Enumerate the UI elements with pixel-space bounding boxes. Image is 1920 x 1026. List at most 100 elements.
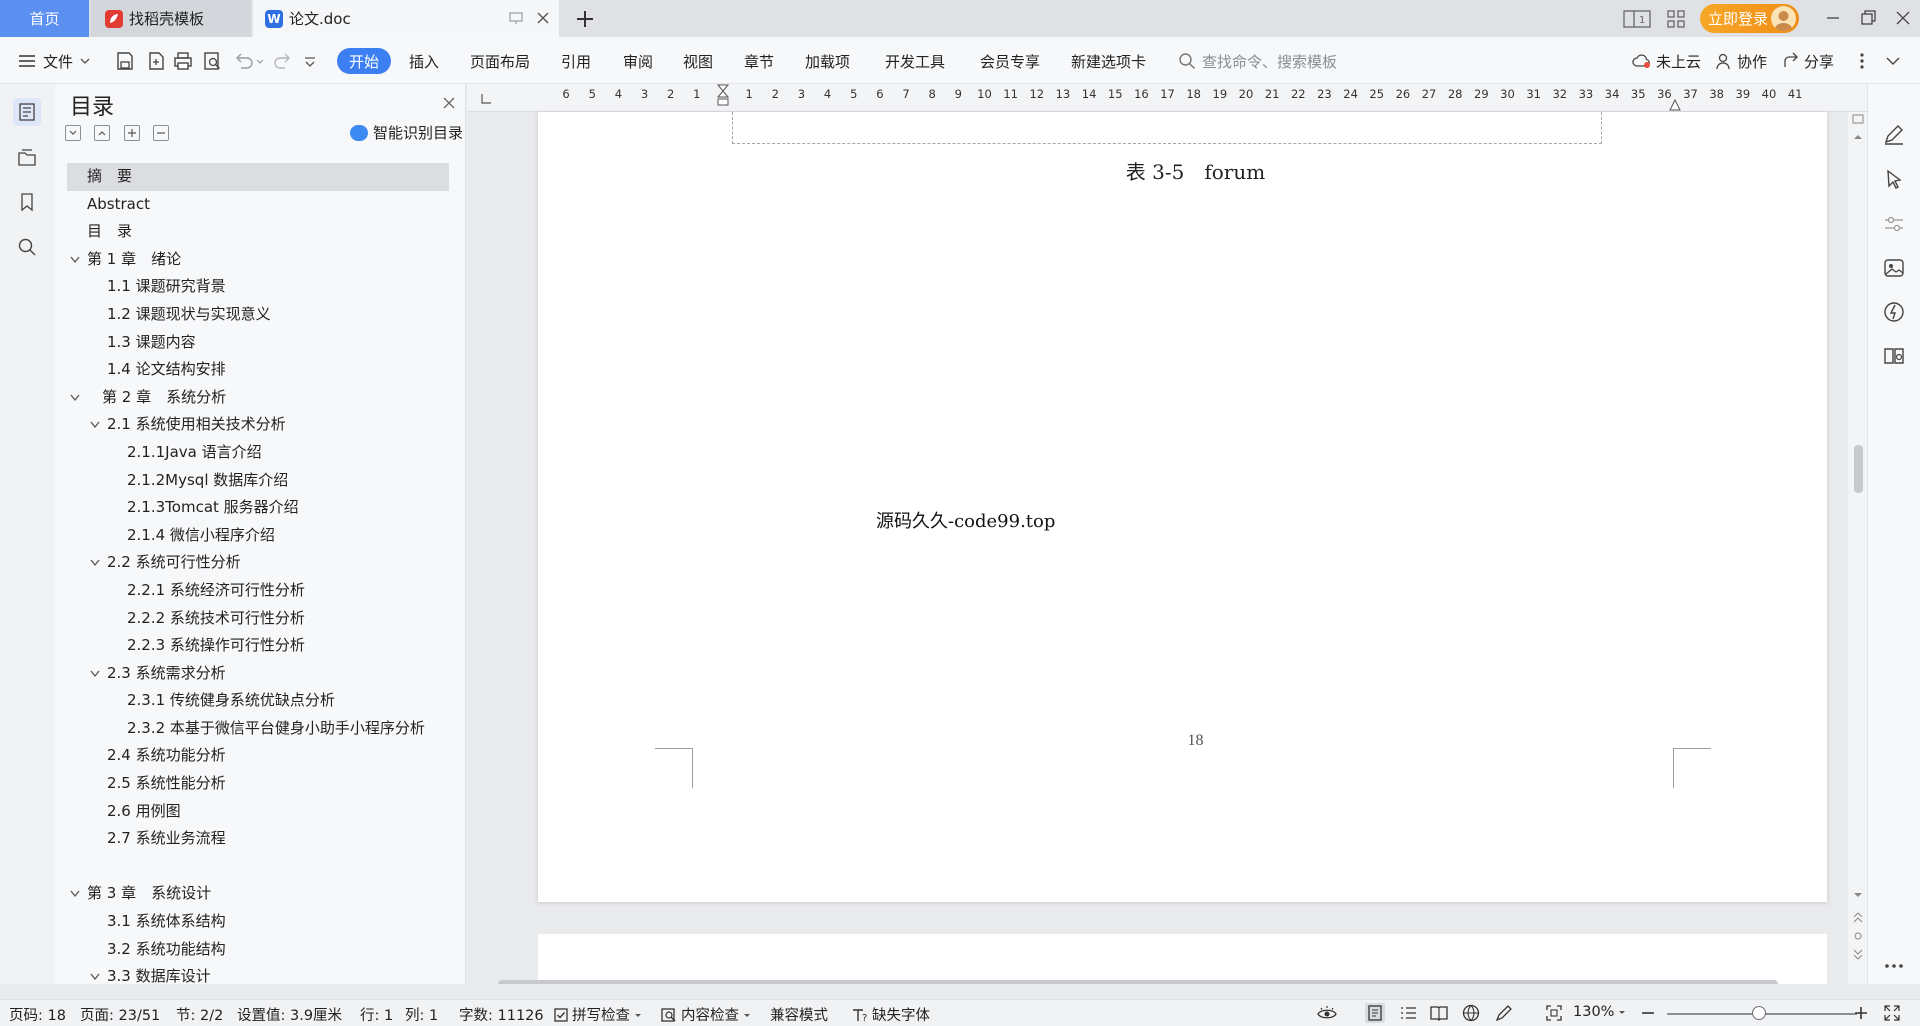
read-view-icon[interactable] (1429, 1003, 1449, 1023)
zoom-in-icon[interactable] (1851, 1003, 1871, 1023)
compat-mode-label[interactable]: 兼容模式 (770, 1004, 828, 1025)
write-mode-icon[interactable] (1494, 1003, 1514, 1023)
toc-item[interactable]: 2.3.1 传统健身系统优缺点分析 (67, 687, 449, 715)
undo-icon[interactable] (232, 50, 266, 72)
tab-home[interactable]: 首页 (0, 0, 89, 37)
command-search-input[interactable]: 查找命令、搜索模板 (1178, 48, 1337, 74)
horizontal-scrollbar[interactable] (483, 978, 1847, 984)
remove-heading-icon[interactable] (153, 125, 169, 141)
toc-item[interactable]: Abstract (67, 191, 449, 219)
select-browse-object-icon[interactable] (1852, 930, 1864, 942)
missing-fonts-button[interactable]: ? 缺失字体 (851, 1004, 930, 1025)
toc-item[interactable]: 摘 要 (67, 163, 449, 191)
vertical-scrollbar[interactable] (1848, 112, 1867, 984)
toc-item[interactable]: 第 1 章 绪论 (67, 246, 449, 274)
toc-item[interactable]: 2.2.2 系统技术可行性分析 (67, 605, 449, 633)
export-pdf-icon[interactable] (145, 50, 167, 72)
toc-item[interactable]: 2.3 系统需求分析 (67, 660, 449, 688)
fit-page-icon[interactable] (1544, 1003, 1564, 1023)
ruler-toggle-icon[interactable] (1851, 112, 1865, 126)
print-preview-icon[interactable] (201, 50, 223, 72)
file-menu[interactable]: 文件 (17, 48, 91, 74)
status-column[interactable]: 列: 1 (405, 1004, 438, 1025)
toc-item[interactable]: 2.1.3Tomcat 服务器介绍 (67, 494, 449, 522)
collapse-ribbon-icon[interactable] (1883, 50, 1903, 72)
collapse-level-icon[interactable] (94, 125, 110, 141)
ai-assistant-icon[interactable] (1882, 300, 1906, 324)
horizontal-ruler[interactable]: 6 5 4 3 2 1 1 2 3 4 5 6 7 8 9 10 11 12 13 14 15 16 17 18 19 20 21 2… (467, 84, 1867, 112)
status-line[interactable]: 行: 1 (360, 1004, 393, 1025)
chevron-down-icon[interactable] (89, 558, 101, 568)
select-pointer-icon[interactable] (1882, 168, 1906, 192)
toc-item[interactable]: 第 3 章 系统设计 (67, 880, 449, 908)
toc-item[interactable]: 2.2.3 系统操作可行性分析 (67, 632, 449, 660)
toc-item[interactable]: 目 录 (67, 218, 449, 246)
pen-icon[interactable] (1882, 122, 1906, 146)
smart-toc-button[interactable]: 智能识别目录 (350, 122, 463, 143)
bookmark-icon[interactable] (13, 188, 41, 216)
zoom-slider-handle[interactable] (1752, 1006, 1766, 1020)
add-heading-icon[interactable] (124, 125, 140, 141)
tab-member[interactable]: 会员专享 (980, 48, 1040, 74)
window-layout-icon[interactable]: 1 (1622, 8, 1652, 30)
toc-item[interactable]: 2.1.1Java 语言介绍 (67, 439, 449, 467)
toc-panel-icon[interactable] (13, 98, 41, 126)
next-page-icon[interactable] (1852, 948, 1864, 962)
toc-item[interactable]: 2.1.4 微信小程序介绍 (67, 522, 449, 550)
tab-developer[interactable]: 开发工具 (885, 48, 945, 74)
toc-item[interactable]: 2.3.2 本基于微信平台健身小助手小程序分析 (67, 715, 449, 743)
zoom-out-icon[interactable] (1638, 1003, 1658, 1023)
chevron-down-icon[interactable] (69, 255, 81, 265)
indent-marker-icon[interactable] (717, 84, 729, 110)
expand-level-icon[interactable] (65, 125, 81, 141)
toc-item[interactable]: 3.3 数据库设计 (67, 963, 449, 991)
chevron-down-icon[interactable] (89, 420, 101, 430)
toc-item[interactable]: 2.5 系统性能分析 (67, 770, 449, 798)
chevron-down-icon[interactable] (69, 889, 81, 899)
previous-page-icon[interactable] (1852, 910, 1864, 924)
tab-page-layout[interactable]: 页面布局 (470, 48, 530, 74)
toc-item[interactable]: 2.7 系统业务流程 (67, 825, 449, 853)
reading-mode-icon[interactable] (1882, 344, 1906, 368)
close-window-icon[interactable] (1890, 7, 1916, 29)
right-indent-marker-icon[interactable] (1669, 97, 1681, 111)
toc-item[interactable]: 2.1.2Mysql 数据库介绍 (67, 467, 449, 495)
scroll-up-icon[interactable] (1852, 132, 1864, 142)
quick-access-more-icon[interactable] (302, 50, 318, 72)
more-options-icon[interactable] (1853, 50, 1871, 72)
tab-document[interactable]: W 论文.doc (253, 0, 559, 37)
redo-icon[interactable] (272, 50, 294, 72)
find-icon[interactable] (13, 233, 41, 261)
status-page-code[interactable]: 页码: 18 (9, 1004, 66, 1025)
chevron-down-icon[interactable] (69, 393, 81, 403)
toc-item[interactable]: 第 2 章 系统分析 (67, 384, 449, 412)
toc-item[interactable]: 2.1 系统使用相关技术分析 (67, 411, 449, 439)
adjust-sliders-icon[interactable] (1882, 212, 1906, 236)
toc-item[interactable]: 1.1 课题研究背景 (67, 273, 449, 301)
toc-item[interactable]: 1.3 课题内容 (67, 329, 449, 357)
print-icon[interactable] (172, 50, 194, 72)
status-page-count[interactable]: 页面: 23/51 (80, 1004, 160, 1025)
toc-item[interactable]: 1.4 论文结构安排 (67, 356, 449, 384)
scroll-down-icon[interactable] (1852, 890, 1864, 900)
minimize-icon[interactable] (1820, 7, 1846, 29)
collaborate-button[interactable]: 协作 (1715, 48, 1767, 74)
tab-view[interactable]: 视图 (683, 48, 713, 74)
toc-item[interactable]: 3.1 系统体系结构 (67, 908, 449, 936)
status-word-count[interactable]: 字数: 11126 (459, 1004, 544, 1025)
cloud-status-button[interactable]: 未上云 (1632, 48, 1701, 74)
outline-view-icon[interactable] (1398, 1003, 1418, 1023)
page-view-icon[interactable] (1365, 1003, 1385, 1023)
toc-item[interactable]: 2.2 系统可行性分析 (67, 549, 449, 577)
status-section[interactable]: 节: 2/2 (176, 1004, 223, 1025)
toc-item[interactable]: 2.6 用例图 (67, 798, 449, 826)
share-button[interactable]: 分享 (1782, 48, 1834, 74)
toc-item[interactable]: 2.4 系统功能分析 (67, 742, 449, 770)
new-tab-button[interactable] (572, 6, 598, 32)
close-icon[interactable] (440, 94, 458, 112)
chevron-down-icon[interactable] (89, 669, 101, 679)
spell-check-button[interactable]: 拼写检查 (553, 1004, 643, 1025)
close-tab-icon[interactable] (535, 10, 551, 26)
toc-item[interactable] (67, 853, 449, 881)
horizontal-scroll-thumb[interactable] (498, 980, 1778, 984)
